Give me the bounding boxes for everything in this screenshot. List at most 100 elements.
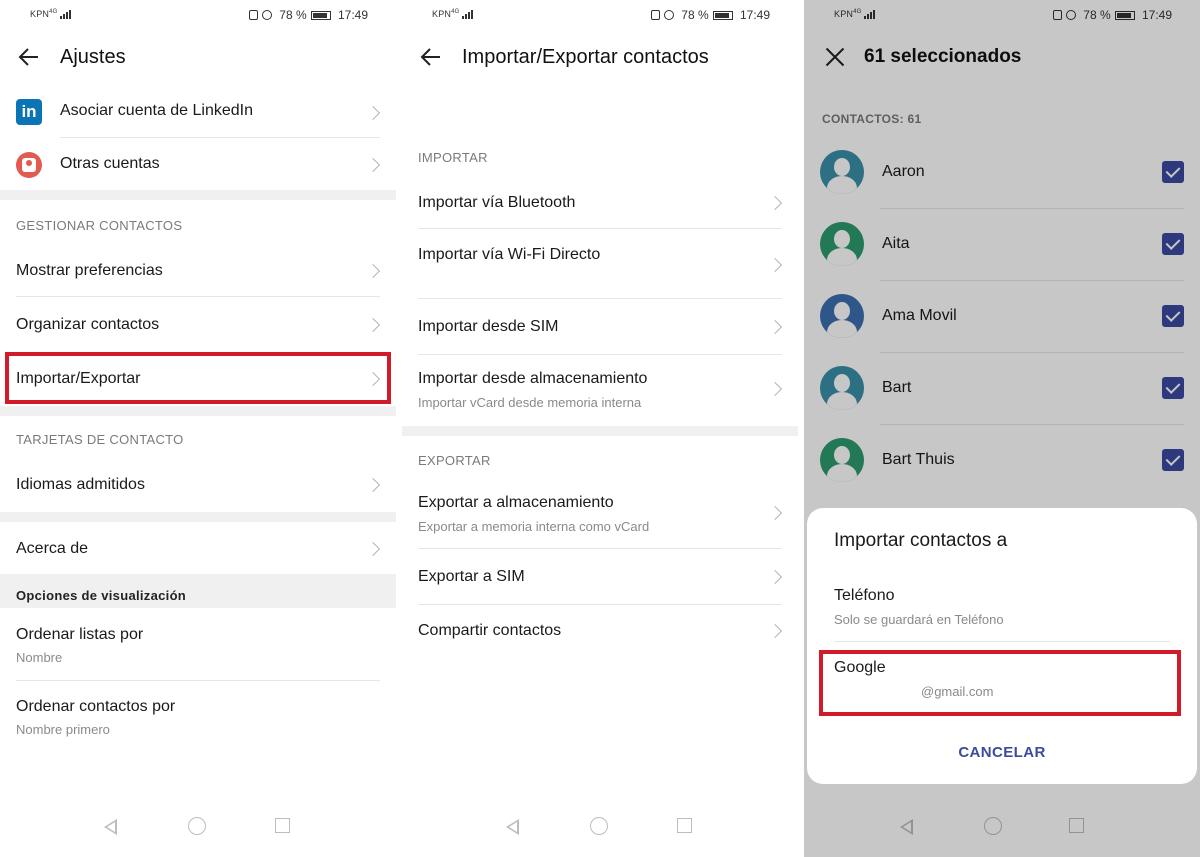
- contact-row[interactable]: Bart: [804, 353, 1200, 425]
- account-label: Asociar cuenta de LinkedIn: [60, 102, 254, 119]
- account-item-other[interactable]: Otras cuentas: [0, 140, 396, 190]
- chevron-right-icon: [767, 195, 783, 211]
- menu-item-sort-contacts[interactable]: Ordenar contactos por Nombre primero: [0, 684, 396, 752]
- account-icon: [16, 152, 42, 178]
- chevron-right-icon: [767, 623, 783, 639]
- signal-icon: [59, 9, 72, 19]
- menu-item-organize-contacts[interactable]: Organizar contactos: [0, 298, 396, 350]
- section-header-import: IMPORTAR: [418, 150, 488, 165]
- nav-recents-icon[interactable]: [275, 818, 290, 833]
- cancel-button[interactable]: CANCELAR: [807, 744, 1197, 761]
- nav-home-icon[interactable]: [984, 817, 1002, 835]
- import-destination-dialog: Importar contactos a Teléfono Solo se gu…: [807, 508, 1197, 784]
- nav-back-icon[interactable]: [104, 819, 117, 835]
- status-bar: KPN4G 78 % 17:49: [402, 0, 798, 30]
- close-icon[interactable]: [824, 46, 846, 68]
- divider: [418, 298, 782, 299]
- time-label: 17:49: [1141, 8, 1172, 22]
- menu-item-import-storage[interactable]: Importar desde almacenamiento Importar v…: [402, 356, 798, 426]
- battery-label: 78 %: [681, 8, 709, 22]
- menu-item-label: Importar vía Bluetooth: [418, 194, 576, 211]
- account-label: Otras cuentas: [60, 155, 160, 172]
- network-label: 4G: [49, 9, 58, 15]
- avatar-icon: [820, 366, 864, 410]
- chevron-right-icon: [365, 317, 381, 333]
- contact-name: Ama Movil: [882, 307, 957, 324]
- nav-back-icon[interactable]: [506, 819, 519, 835]
- option-phone[interactable]: Teléfono Solo se guardará en Teléfono: [807, 578, 1197, 640]
- menu-item-export-sim[interactable]: Exportar a SIM: [402, 550, 798, 604]
- battery-icon: [712, 11, 733, 20]
- chevron-right-icon: [767, 505, 783, 521]
- checkbox-checked-icon[interactable]: [1162, 449, 1184, 471]
- time-label: 17:49: [337, 8, 368, 22]
- nfc-icon: [248, 10, 258, 20]
- contact-row[interactable]: Ama Movil: [804, 281, 1200, 353]
- menu-item-label: Ordenar listas por: [16, 626, 144, 643]
- menu-item-label: Importar desde SIM: [418, 318, 559, 335]
- network-label: 4G: [853, 9, 862, 15]
- nfc-icon: [1052, 10, 1062, 20]
- checkbox-checked-icon[interactable]: [1162, 233, 1184, 255]
- menu-item-import-bluetooth[interactable]: Importar vía Bluetooth: [402, 176, 798, 228]
- divider: [60, 137, 380, 138]
- navigation-bar: [0, 801, 396, 857]
- menu-item-sublabel: Exportar a memoria interna como vCard: [418, 519, 650, 534]
- highlight-box: [5, 352, 391, 404]
- chevron-right-icon: [365, 541, 381, 557]
- menu-item-value: Nombre primero: [16, 722, 110, 737]
- menu-item-languages[interactable]: Idiomas admitidos: [0, 458, 396, 510]
- contact-row[interactable]: Bart Thuis: [804, 425, 1200, 497]
- chevron-right-icon: [365, 157, 381, 173]
- avatar-icon: [820, 438, 864, 482]
- settings-screen: KPN4G 78 % 17:49 Ajustes in Asociar cuen…: [0, 0, 396, 857]
- menu-item-sort-lists[interactable]: Ordenar listas por Nombre: [0, 612, 396, 680]
- nfc-icon: [650, 10, 660, 20]
- battery-icon: [1114, 11, 1135, 20]
- nav-home-icon[interactable]: [188, 817, 206, 835]
- navigation-bar: [402, 801, 798, 857]
- menu-item-label: Exportar a SIM: [418, 568, 525, 585]
- chevron-right-icon: [767, 381, 783, 397]
- avatar-icon: [820, 294, 864, 338]
- alarm-icon: [663, 10, 674, 20]
- chevron-right-icon: [767, 257, 783, 273]
- option-sublabel: Solo se guardará en Teléfono: [834, 612, 1004, 627]
- option-label: Teléfono: [834, 587, 895, 604]
- menu-item-import-sim[interactable]: Importar desde SIM: [402, 300, 798, 354]
- menu-item-sublabel: Importar vCard desde memoria interna: [418, 395, 642, 410]
- status-bar: KPN4G 78 % 17:49: [804, 0, 1200, 30]
- menu-item-label: Importar desde almacenamiento: [418, 370, 648, 387]
- menu-item-label: Idiomas admitidos: [16, 476, 145, 493]
- section-header-cards: TARJETAS DE CONTACTO: [16, 432, 184, 447]
- highlight-box: [819, 650, 1181, 716]
- linkedin-icon: in: [16, 99, 42, 125]
- account-item-linkedin[interactable]: in Asociar cuenta de LinkedIn: [0, 88, 396, 138]
- section-separator: [0, 512, 396, 522]
- back-arrow-icon[interactable]: [418, 44, 444, 70]
- menu-item-label: Ordenar contactos por: [16, 698, 176, 715]
- app-bar: Ajustes: [0, 30, 396, 86]
- back-arrow-icon[interactable]: [16, 44, 42, 70]
- section-header-display: Opciones de visualización: [16, 588, 187, 603]
- menu-item-share-contacts[interactable]: Compartir contactos: [402, 606, 798, 658]
- select-contacts-screen: KPN4G 78 % 17:49 61 seleccionados CONTAC…: [804, 0, 1200, 857]
- checkbox-checked-icon[interactable]: [1162, 305, 1184, 327]
- nav-recents-icon[interactable]: [677, 818, 692, 833]
- menu-item-label: Compartir contactos: [418, 622, 562, 639]
- checkbox-checked-icon[interactable]: [1162, 161, 1184, 183]
- menu-item-about[interactable]: Acerca de: [0, 522, 396, 574]
- contact-name: Bart Thuis: [882, 451, 955, 468]
- checkbox-checked-icon[interactable]: [1162, 377, 1184, 399]
- import-export-screen: KPN4G 78 % 17:49 Importar/Exportar conta…: [402, 0, 798, 857]
- avatar-icon: [820, 222, 864, 266]
- contact-name: Aita: [882, 235, 910, 252]
- contact-row[interactable]: Aaron: [804, 137, 1200, 209]
- nav-back-icon[interactable]: [900, 819, 913, 835]
- nav-home-icon[interactable]: [590, 817, 608, 835]
- contact-row[interactable]: Aita: [804, 209, 1200, 281]
- nav-recents-icon[interactable]: [1069, 818, 1084, 833]
- menu-item-display-preferences[interactable]: Mostrar preferencias: [0, 244, 396, 296]
- menu-item-export-storage[interactable]: Exportar a almacenamiento Exportar a mem…: [402, 480, 798, 548]
- menu-item-import-wifi-direct[interactable]: Importar vía Wi-Fi Directo: [402, 230, 798, 298]
